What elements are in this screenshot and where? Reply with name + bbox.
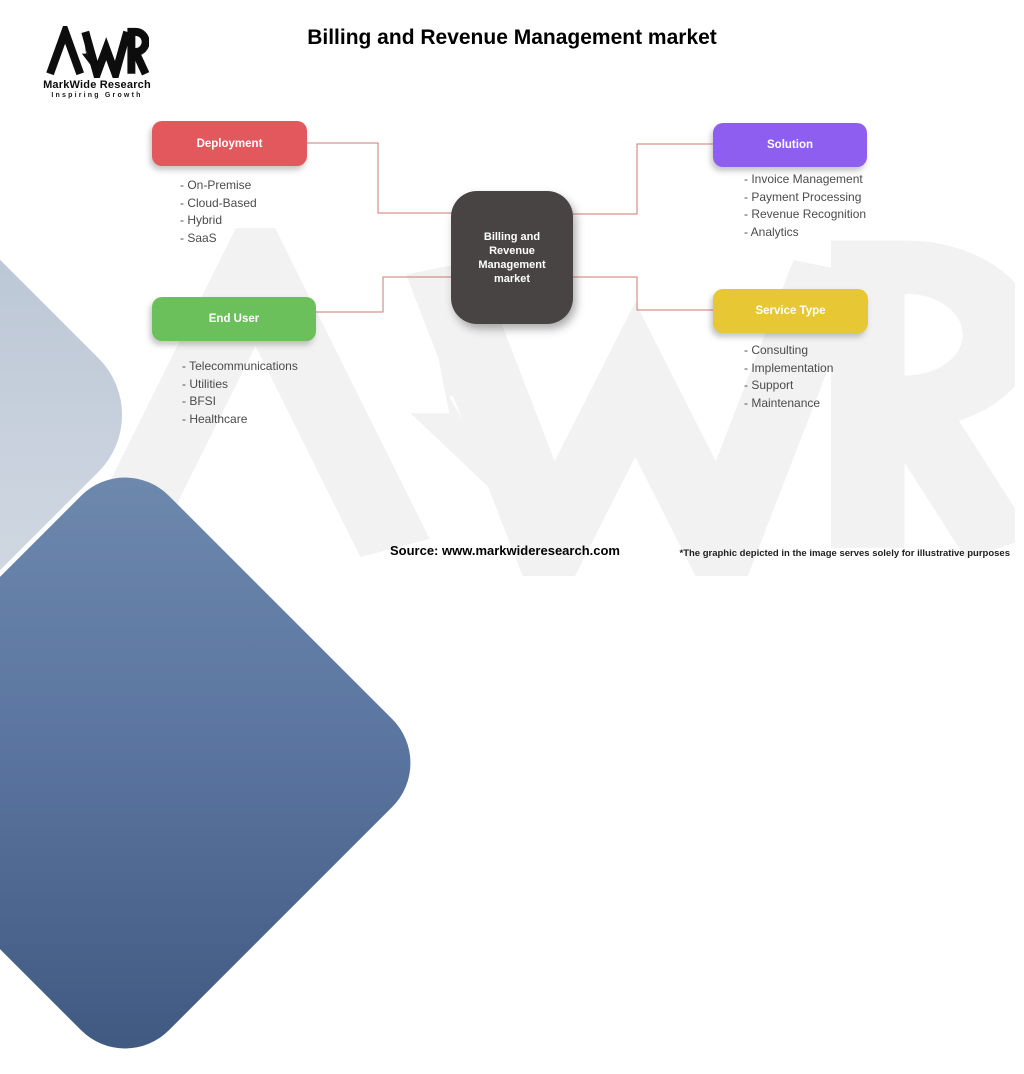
node-deployment-box: Deployment	[152, 121, 307, 166]
node-solution-label: Solution	[767, 139, 813, 151]
list-item: - Invoice Management	[744, 172, 863, 186]
disclaimer-text: *The graphic depicted in the image serve…	[679, 548, 1011, 559]
list-item: - SaaS	[180, 230, 217, 245]
node-end-user-box: End User	[152, 297, 316, 341]
list-item: - Telecommunications	[182, 359, 298, 373]
node-deployment-label: Deployment	[196, 137, 263, 150]
infographic-canvas: MarkWide Research Inspiring Growth Billi…	[0, 0, 1024, 1074]
list-item: - Healthcare	[182, 411, 248, 426]
list-item: - Payment Processing	[744, 189, 862, 204]
node-solution-list: - Invoice Management - Payment Processin…	[744, 171, 866, 241]
connector-service-type	[572, 276, 713, 311]
center-node: Billing and Revenue Management market	[451, 191, 573, 324]
node-end-user-list: - Telecommunications - Utilities - BFSI …	[182, 358, 298, 428]
connector-solution	[572, 143, 713, 215]
page-title: Billing and Revenue Management market	[307, 26, 717, 49]
list-item: - Utilities	[182, 376, 229, 391]
list-item: - Support	[744, 378, 794, 392]
logo-tagline: Inspiring Growth	[51, 92, 143, 99]
connector-end-user	[316, 276, 452, 313]
list-item: - Maintenance	[744, 395, 821, 410]
list-item: - Hybrid	[180, 213, 223, 227]
node-deployment-list: - On-Premise - Cloud-Based - Hybrid - Sa…	[180, 177, 257, 247]
list-item: - Analytics	[744, 224, 799, 239]
list-item: - On-Premise	[180, 178, 252, 192]
center-node-label: Billing and Revenue Management market	[478, 230, 546, 285]
source-text: Source: www.markwideresearch.com	[389, 543, 620, 558]
node-service-type-box: Service Type	[713, 289, 868, 333]
node-end-user-label: End User	[208, 313, 260, 325]
list-item: - Implementation	[744, 360, 834, 375]
list-item: - Revenue Recognition	[744, 207, 867, 221]
logo-brand-name: MarkWide Research	[43, 79, 151, 91]
list-item: - Consulting	[744, 343, 809, 357]
node-service-type-list: - Consulting - Implementation - Support …	[744, 342, 833, 412]
node-service-type-label: Service Type	[755, 305, 826, 317]
list-item: - BFSI	[182, 394, 217, 408]
list-item: - Cloud-Based	[180, 195, 257, 210]
connector-deployment	[307, 142, 452, 214]
node-solution-box: Solution	[713, 123, 867, 167]
